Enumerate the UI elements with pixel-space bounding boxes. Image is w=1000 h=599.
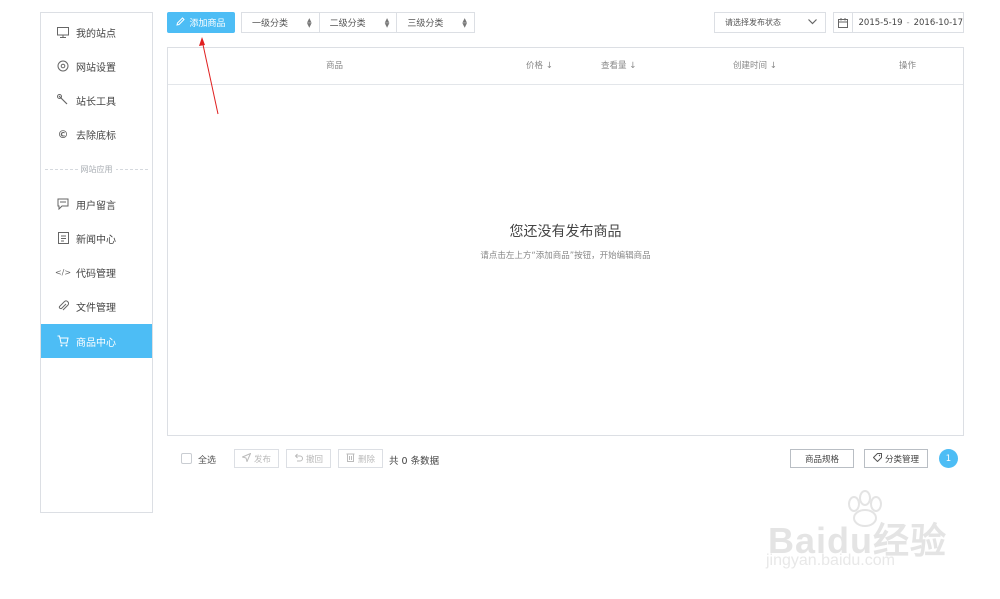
date-start: 2015-5-19: [858, 17, 903, 28]
sidebar-item-files[interactable]: 文件管理: [41, 289, 152, 323]
revoke-label: 撤回: [305, 454, 323, 465]
pencil-icon: [176, 16, 186, 29]
sort-down-icon: ↓: [629, 61, 637, 71]
up-down-icon: ▲ ▼: [307, 16, 312, 29]
add-product-button[interactable]: 添加商品: [167, 12, 235, 33]
column-price-label: 价格: [526, 61, 544, 71]
baidu-watermark: Baidu经验 jingyan.baidu.com: [760, 490, 960, 580]
sidebar-item-webmaster-tools[interactable]: 站长工具: [41, 83, 152, 117]
wrench-icon: [57, 94, 69, 106]
product-spec-button[interactable]: 商品规格: [790, 449, 854, 468]
sidebar-item-label: 新闻中心: [76, 234, 116, 246]
sidebar-item-site-settings[interactable]: 网站设置: [41, 49, 152, 83]
sidebar-item-code[interactable]: </> 代码管理: [41, 255, 152, 289]
sidebar-section-label: 网站应用: [77, 163, 116, 175]
level2-category-select[interactable]: 二级分类 ▲ ▼: [320, 13, 398, 32]
message-icon: [57, 198, 69, 210]
date-range-text: 2015-5-19-2016-10-17: [853, 18, 963, 28]
delete-button[interactable]: 删除: [338, 449, 383, 468]
publish-button[interactable]: 发布: [234, 449, 279, 468]
column-created-label: 创建时间: [733, 61, 768, 71]
record-count: 共 0 条数据: [389, 456, 440, 467]
level1-category-label: 一级分类: [252, 19, 289, 29]
sidebar-item-messages[interactable]: 用户留言: [41, 187, 152, 221]
column-views[interactable]: 查看量 ↓: [601, 59, 636, 71]
calendar-icon: [834, 13, 853, 32]
date-range-picker[interactable]: 2015-5-19-2016-10-17: [833, 12, 964, 33]
publish-status-select[interactable]: 请选择发布状态: [714, 12, 826, 33]
publish-status-placeholder: 请选择发布状态: [725, 18, 781, 27]
category-manage-button[interactable]: 分类管理: [864, 449, 928, 468]
column-price[interactable]: 价格 ↓: [526, 59, 553, 71]
add-product-label: 添加商品: [189, 19, 226, 29]
date-separator: -: [906, 17, 910, 28]
level1-category-select[interactable]: 一级分类 ▲ ▼: [242, 13, 320, 32]
chevron-down-icon: [808, 18, 817, 27]
undo-icon: [294, 453, 303, 465]
publish-label: 发布: [253, 454, 271, 465]
sort-down-icon: ↓: [769, 61, 777, 71]
copyright-icon: ©: [57, 127, 69, 141]
select-all-checkbox[interactable]: [181, 453, 192, 464]
table-footer: 全选 发布 撤回 删除 共 0 条数据 商品规格 分类管理 1: [167, 448, 964, 470]
trash-icon: [346, 452, 355, 465]
sidebar-item-label: 去除底标: [76, 130, 116, 142]
level2-category-label: 二级分类: [329, 19, 366, 29]
date-end: 2016-10-17: [913, 17, 963, 28]
document-icon: [57, 232, 69, 244]
sidebar-item-remove-footer[interactable]: © 去除底标: [41, 117, 152, 151]
sidebar-item-label: 用户留言: [76, 200, 116, 212]
send-icon: [241, 452, 252, 465]
column-created[interactable]: 创建时间 ↓: [733, 59, 777, 71]
up-down-icon: ▲ ▼: [462, 16, 468, 29]
category-manage-label: 分类管理: [884, 454, 919, 465]
level3-category-label: 三级分类: [407, 19, 444, 29]
monitor-icon: [57, 26, 69, 38]
sidebar: 我的站点 网站设置 站长工具 © 去除底标 网站应用 用户留言 新闻中心 </>…: [40, 12, 153, 513]
pagination-current-page[interactable]: 1: [939, 449, 958, 468]
sidebar-item-label: 我的站点: [76, 28, 116, 40]
sidebar-item-news[interactable]: 新闻中心: [41, 221, 152, 255]
up-down-icon: ▲ ▼: [384, 16, 390, 29]
select-all-label[interactable]: 全选: [198, 453, 216, 466]
empty-state-hint: 请点击左上方“添加商品”按钮，开始编辑商品: [480, 251, 651, 261]
sidebar-section-divider: 网站应用: [41, 161, 152, 177]
column-actions: 操作: [899, 61, 917, 71]
level3-category-select[interactable]: 三级分类 ▲ ▼: [397, 13, 474, 32]
category-filter-group: 一级分类 ▲ ▼ 二级分类 ▲ ▼ 三级分类 ▲ ▼: [241, 12, 475, 33]
watermark-url: jingyan.baidu.com: [766, 552, 895, 569]
sidebar-item-label: 商品中心: [76, 337, 116, 349]
sort-down-icon: ↓: [545, 61, 553, 71]
sidebar-item-my-sites[interactable]: 我的站点: [41, 15, 152, 49]
sidebar-item-products[interactable]: 商品中心: [41, 324, 152, 358]
tag-icon: [872, 452, 882, 465]
table-header: 商品 价格 ↓ 查看量 ↓ 创建时间 ↓ 操作: [168, 48, 963, 85]
settings-icon: [57, 60, 69, 72]
sidebar-item-label: 站长工具: [76, 96, 116, 108]
product-table: 商品 价格 ↓ 查看量 ↓ 创建时间 ↓ 操作 您还没有发布商品 请点击左上方“…: [167, 47, 964, 436]
code-icon: </>: [54, 267, 72, 277]
empty-state-title: 您还没有发布商品: [509, 224, 622, 240]
product-spec-label: 商品规格: [804, 454, 839, 465]
column-views-label: 查看量: [601, 61, 627, 71]
column-product: 商品: [326, 61, 344, 71]
sidebar-item-label: 代码管理: [76, 268, 116, 280]
sidebar-item-label: 文件管理: [76, 302, 116, 314]
revoke-button[interactable]: 撤回: [286, 449, 331, 468]
cart-icon: [57, 335, 69, 347]
paperclip-icon: [57, 300, 69, 312]
sidebar-item-label: 网站设置: [76, 62, 116, 74]
delete-label: 删除: [357, 454, 375, 465]
